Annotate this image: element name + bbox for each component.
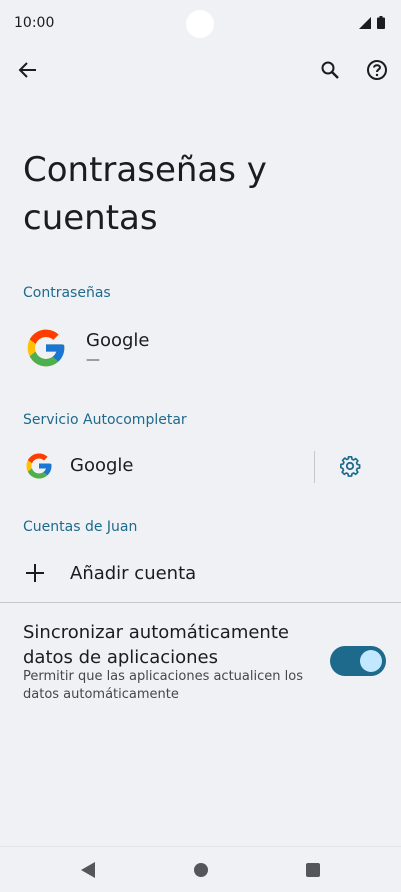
back-arrow-icon (18, 62, 36, 78)
sync-title: Sincronizar automáticamente datos de apl… (23, 622, 289, 668)
add-account-button[interactable]: Añadir cuenta (0, 552, 401, 596)
section-divider (0, 602, 401, 603)
help-button[interactable] (357, 50, 397, 90)
google-logo-icon (27, 329, 65, 367)
help-icon (367, 60, 387, 80)
status-icons (359, 16, 385, 29)
system-nav-bar (0, 846, 401, 892)
status-bar: 10:00 (0, 0, 401, 48)
top-app-bar (0, 48, 401, 92)
add-account-label: Añadir cuenta (70, 563, 197, 584)
page-title: Contraseñas y cuentas (23, 150, 267, 238)
section-header-autofill: Servicio Autocompletar (23, 412, 187, 428)
section-header-passwords: Contraseñas (23, 285, 111, 301)
nav-recents-icon[interactable] (306, 863, 320, 877)
nav-back-icon[interactable] (80, 861, 96, 879)
autofill-settings-button[interactable] (330, 446, 370, 486)
camera-cutout (186, 10, 214, 38)
plus-icon (26, 564, 44, 582)
password-manager-title: Google (86, 330, 150, 351)
password-manager-google[interactable]: Google — (0, 318, 401, 380)
autofill-divider (314, 451, 315, 483)
gear-icon (340, 456, 361, 477)
sync-toggle[interactable] (330, 646, 386, 676)
status-time: 10:00 (14, 15, 55, 31)
nav-home-icon[interactable] (194, 863, 208, 877)
password-manager-subtitle: — (86, 352, 100, 368)
sync-description: Permitir que las aplicaciones actualicen… (23, 669, 303, 702)
back-button[interactable] (8, 50, 48, 90)
section-header-accounts: Cuentas de Juan (23, 519, 138, 535)
search-icon (321, 61, 339, 79)
sync-toggle-knob (360, 650, 382, 672)
autofill-service-title: Google (70, 455, 134, 476)
battery-icon (377, 16, 385, 29)
google-logo-icon (26, 453, 52, 479)
signal-icon (359, 16, 371, 29)
search-button[interactable] (310, 50, 350, 90)
